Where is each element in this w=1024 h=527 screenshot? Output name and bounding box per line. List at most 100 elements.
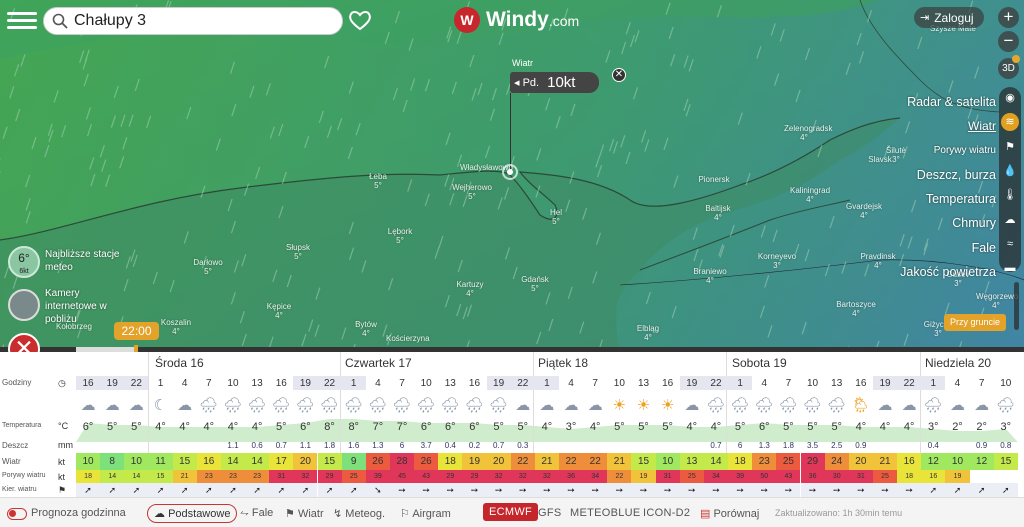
wind-cell: 15	[631, 453, 656, 470]
webcam-thumbnail[interactable]	[8, 289, 40, 321]
sun-icon: ☀	[636, 397, 651, 414]
layer-waves[interactable]: Fale	[876, 236, 996, 260]
surface-level-button[interactable]: Przy gruncie	[944, 314, 1006, 331]
gust-cell: 25	[679, 470, 704, 483]
windy-logo[interactable]: W Windy.com	[454, 7, 579, 33]
rain-cell: 0.8	[1000, 441, 1012, 450]
wind-direction-arrow: ➙	[559, 483, 584, 497]
day-header[interactable]: Niedziela 20	[925, 356, 991, 370]
model-gfs[interactable]: GFS	[538, 507, 562, 519]
rain-cell: 0.4	[444, 441, 456, 450]
city-name: Lębork	[387, 227, 413, 236]
wind-direction-arrow: ➙	[534, 483, 559, 497]
rain-cell: 0.7	[710, 441, 722, 450]
unit-wind: kt	[58, 457, 66, 467]
rain-icon: 🌧	[464, 397, 484, 414]
webcams-label[interactable]: Kamery internetowe w pobliżu	[45, 287, 130, 326]
favorite-heart-icon[interactable]	[348, 9, 372, 31]
sun-icon: ☀	[612, 397, 627, 414]
radar-icon[interactable]: ◉	[1001, 89, 1019, 107]
day-header[interactable]: Piątek 18	[538, 356, 588, 370]
search-box[interactable]	[43, 7, 343, 35]
rain-icon: 🌧	[392, 397, 412, 414]
gust-cell: 19	[945, 470, 970, 483]
hour-cell: 4	[568, 378, 574, 389]
day-header[interactable]: Środa 16	[155, 356, 204, 370]
login-button[interactable]: ⇥ Zaloguj	[914, 7, 984, 28]
wind-direction-arrow: ➚	[969, 483, 994, 497]
layer-wind[interactable]: Wiatr	[876, 114, 996, 138]
wind-direction-arrow: ➚	[148, 483, 173, 497]
tab-airgram[interactable]: ⚐ Airgram	[400, 507, 451, 520]
temp-cell: 6°	[469, 421, 480, 433]
wind-direction-arrow: ➚	[269, 483, 294, 497]
popup-pointer-line	[510, 93, 512, 173]
cloud-icon[interactable]: ☁	[1001, 211, 1019, 229]
city-temp: 5°	[396, 236, 404, 245]
hour-cell: 22	[710, 378, 722, 389]
tab-waves[interactable]: ⥊ Fale	[240, 507, 273, 520]
tab-meteogram[interactable]: ↯ Meteog.	[333, 507, 385, 520]
hour-cell: 10	[613, 378, 625, 389]
wind-direction-icon: ◂	[514, 77, 520, 89]
menu-button[interactable]	[7, 8, 37, 34]
layer-rain[interactable]: Deszcz, burza	[876, 163, 996, 187]
rain-cell: 6	[737, 441, 743, 450]
hour-cell: 1	[157, 378, 164, 389]
hour-cell: 13	[831, 378, 843, 389]
wind-cell: 21	[872, 453, 898, 470]
flag-icon[interactable]: ⚑	[1001, 138, 1019, 156]
gust-cell: 25	[341, 470, 366, 483]
city-label: Zelenogradsk 4°	[784, 124, 832, 142]
waves-icon: ⥊	[240, 507, 249, 519]
gust-cell: 30	[824, 470, 849, 483]
tab-basic[interactable]: ☁ Podstawowe	[147, 504, 238, 523]
hourly-toggle[interactable]	[7, 508, 27, 520]
model-ecmwf[interactable]: ECMWF	[483, 503, 539, 521]
wind-direction-arrow: ➙	[824, 483, 849, 497]
waves-icon[interactable]: ≈	[1001, 235, 1019, 253]
wind-popup[interactable]: ◂ Pd. 10kt	[510, 72, 599, 93]
zoom-in-button[interactable]: +	[998, 7, 1019, 28]
wind-direction-arrow: ➙	[510, 483, 535, 497]
temp-cell: 4°	[203, 421, 215, 433]
wind-cell: 15	[317, 453, 342, 470]
hourly-forecast-label[interactable]: Prognoza godzinna	[31, 507, 126, 519]
layer-scrollbar[interactable]	[1014, 282, 1019, 330]
model-icon-d2[interactable]: ICON-D2	[643, 507, 690, 519]
layer-radar[interactable]: Radar & satelita	[876, 90, 996, 114]
nearest-stations-label[interactable]: Najbliższe stacje meteo	[45, 248, 130, 274]
sunrain-icon: 🌦	[851, 397, 871, 414]
wind-cell: 13	[679, 453, 704, 470]
day-header[interactable]: Sobota 19	[732, 356, 787, 370]
hour-cell: 22	[324, 378, 336, 389]
model-meteoblue[interactable]: METEOBLUE	[570, 507, 641, 519]
layer-thermometer[interactable]: Temperatura	[876, 187, 996, 211]
city-label: Korneyevo 3°	[757, 252, 797, 270]
tab-wind[interactable]: ⚑ Wiatr	[285, 507, 324, 520]
city-label: Lębork 5°	[380, 227, 420, 245]
timeline-time-bubble[interactable]: 22:00	[114, 322, 159, 340]
close-popup-icon[interactable]: ✕	[612, 68, 626, 82]
day-header[interactable]: Czwartek 17	[345, 356, 412, 370]
hour-cell: 16	[662, 378, 674, 389]
layer-cloud[interactable]: Chmury	[876, 211, 996, 235]
car-icon[interactable]: ▬	[1001, 259, 1019, 277]
location-pin-icon[interactable]	[502, 164, 518, 180]
wind-cell: 22	[510, 453, 535, 470]
compare-button[interactable]: ▤ Porównaj	[700, 507, 759, 520]
layer-car[interactable]: Jakość powietrza	[876, 260, 996, 284]
layer-flag[interactable]: Porywy wiatru	[876, 139, 996, 163]
gust-cell: 29	[462, 470, 487, 483]
zoom-out-button[interactable]: −	[998, 31, 1019, 52]
cloud-icon: ☁	[949, 397, 965, 414]
hour-cell: 16	[468, 378, 481, 389]
gust-cell: 14	[100, 470, 125, 483]
rain-icon[interactable]: 💧	[1001, 162, 1019, 180]
weather-map[interactable]: Łeba 5° Władysławowo Wejherowo 5° Hel 5° Lębork…	[0, 0, 1024, 352]
timeline-handle[interactable]	[134, 345, 138, 352]
nearest-stations-button[interactable]: 6° 6kt	[8, 246, 40, 278]
search-input[interactable]	[74, 12, 324, 30]
city-temp: 4°	[714, 213, 722, 222]
cloud-icon: ☁	[684, 397, 700, 414]
